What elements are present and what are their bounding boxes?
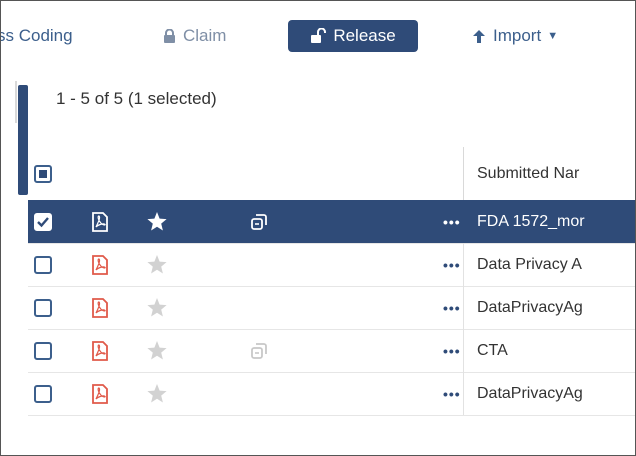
table-header-row: Submitted Nar: [28, 147, 635, 200]
import-dropdown[interactable]: Import ▼: [472, 20, 558, 52]
more-actions-icon[interactable]: •••: [443, 286, 463, 329]
import-label: Import: [493, 26, 542, 45]
table-row[interactable]: ••• CTA: [28, 329, 635, 373]
row-checkbox[interactable]: [34, 255, 52, 274]
star-icon[interactable]: [146, 286, 172, 329]
table-row[interactable]: ••• DataPrivacyAg: [28, 372, 635, 416]
row-submitted-name[interactable]: CTA: [463, 329, 635, 372]
pdf-file-icon[interactable]: [91, 286, 113, 329]
select-all-cell: [34, 147, 64, 200]
pager-status: 1 - 5 of 5 (1 selected): [56, 89, 217, 108]
table-row[interactable]: ••• DataPrivacyAg: [28, 286, 635, 330]
duplicate-icon[interactable]: [249, 329, 273, 372]
row-checkbox[interactable]: [34, 298, 52, 317]
more-actions-icon[interactable]: •••: [443, 372, 463, 415]
more-actions-icon[interactable]: •••: [443, 200, 463, 243]
row-checkbox[interactable]: [34, 212, 52, 231]
pdf-file-icon[interactable]: [91, 243, 113, 286]
claim-button[interactable]: Claim: [163, 20, 226, 52]
more-actions-icon[interactable]: •••: [443, 243, 463, 286]
table-row[interactable]: ••• Data Privacy A: [28, 243, 635, 287]
pdf-file-icon[interactable]: [91, 200, 113, 243]
pdf-file-icon[interactable]: [91, 329, 113, 372]
row-checkbox-cell: [34, 329, 64, 372]
process-coding-label: ss Coding: [0, 26, 73, 45]
row-checkbox-cell: [34, 372, 64, 415]
star-icon[interactable]: [146, 243, 172, 286]
row-submitted-name[interactable]: DataPrivacyAg: [463, 372, 635, 415]
star-icon[interactable]: [146, 372, 172, 415]
row-submitted-name[interactable]: DataPrivacyAg: [463, 286, 635, 329]
row-checkbox[interactable]: [34, 384, 52, 403]
claim-label: Claim: [183, 26, 227, 45]
select-all-checkbox[interactable]: [34, 164, 52, 183]
panel-scrollbar[interactable]: [18, 85, 28, 195]
toolbar: ss Coding Claim Release Import ▼: [0, 1, 635, 65]
release-label: Release: [333, 26, 396, 45]
column-header-submitted-name[interactable]: Submitted Nar: [463, 147, 635, 200]
lock-icon: [163, 28, 176, 44]
star-icon[interactable]: [146, 329, 172, 372]
pdf-file-icon[interactable]: [91, 372, 113, 415]
star-icon[interactable]: [146, 200, 172, 243]
caret-down-icon: ▼: [547, 30, 559, 42]
row-checkbox-cell: [34, 286, 64, 329]
process-coding-button[interactable]: ss Coding: [0, 20, 73, 52]
row-submitted-name[interactable]: Data Privacy A: [463, 243, 635, 286]
row-submitted-name[interactable]: FDA 1572_mor: [463, 200, 635, 243]
app-frame: ss Coding Claim Release Import ▼ 1 - 5 o…: [0, 0, 636, 456]
duplicate-icon[interactable]: [249, 200, 273, 243]
release-button[interactable]: Release: [288, 20, 418, 52]
row-checkbox-cell: [34, 243, 64, 286]
row-checkbox[interactable]: [34, 341, 52, 360]
more-actions-icon[interactable]: •••: [443, 329, 463, 372]
arrow-up-icon: [472, 29, 486, 44]
unlock-icon: [310, 28, 327, 44]
table-row[interactable]: ••• FDA 1572_mor: [28, 200, 635, 244]
panel-divider: [1, 81, 17, 123]
row-checkbox-cell: [34, 200, 64, 243]
